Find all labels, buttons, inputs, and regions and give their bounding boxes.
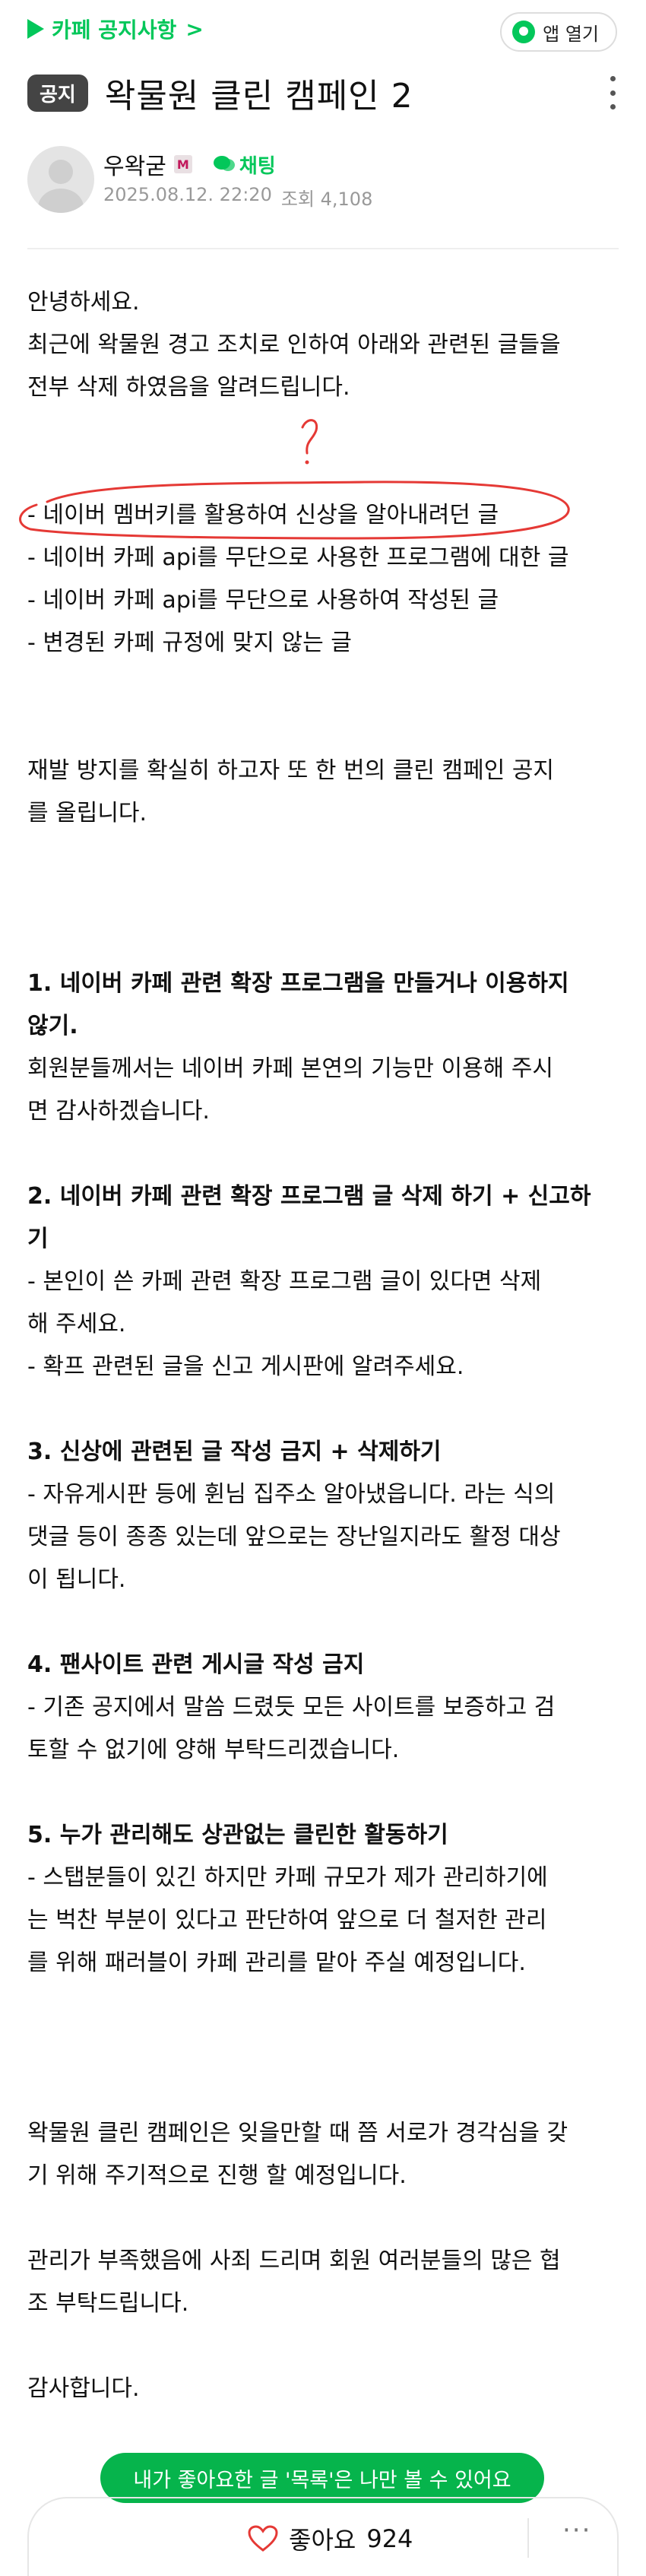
cafe-link-label: 카페 공지사항 xyxy=(52,17,177,43)
body-line xyxy=(27,877,620,920)
body-line xyxy=(27,665,620,707)
manager-icon: M xyxy=(173,155,192,173)
post-date: 2025.08.12. 22:20 xyxy=(103,184,272,205)
post-meta: 2025.08.12. 22:20 조회 4,108 xyxy=(103,184,372,211)
body-line: 해 주세요. xyxy=(27,1311,126,1337)
divider xyxy=(27,248,619,249)
body-line: 기 xyxy=(27,1226,49,1252)
body-line: 3. 신상에 관련된 글 작성 금지 + 삭제하기 xyxy=(27,1439,442,1465)
cafe-app-icon xyxy=(512,21,536,43)
body-line: 면 감사하겠습니다. xyxy=(27,1098,210,1125)
body-line: - 네이버 멤버키를 활용하여 신상을 알아내려던 글 xyxy=(27,502,499,528)
heart-icon xyxy=(248,2525,278,2552)
post-title-row: 공지 왁물원 클린 캠페인 2 xyxy=(27,70,620,116)
author-info: 우왁굳 M 채팅 2025.08.12. 22:20 조회 4,108 xyxy=(27,146,620,222)
body-line: 이 됩니다. xyxy=(27,1566,126,1593)
bottom-action-bar: 좋아요 924 ··· xyxy=(27,2497,619,2576)
body-line: 관리가 부족했음에 사죄 드리며 회원 여러분들의 많은 협 xyxy=(27,2248,561,2274)
body-line xyxy=(27,1772,620,1814)
more-options-icon[interactable] xyxy=(605,76,620,109)
body-line: - 네이버 카페 api를 무단으로 사용한 프로그램에 대한 글 xyxy=(27,544,569,571)
body-line: 최근에 왁물원 경고 조치로 인하여 아래와 관련된 글들을 xyxy=(27,332,561,358)
body-line xyxy=(27,2325,620,2368)
body-line xyxy=(27,1388,620,1431)
body-line xyxy=(27,2070,620,2112)
body-line xyxy=(27,2197,620,2240)
chat-label: 채팅 xyxy=(239,154,276,178)
view-count: 조회 4,108 xyxy=(280,189,373,210)
open-app-label: 앱 열기 xyxy=(543,23,599,45)
notice-badge: 공지 xyxy=(27,74,88,112)
divider xyxy=(527,2518,529,2558)
top-bar: 카페 공지사항 > 앱 열기 xyxy=(0,0,646,64)
body-line: 를 올립니다. xyxy=(27,800,147,826)
chat-bubble-icon xyxy=(213,156,235,173)
body-line: 는 벅찬 부분이 있다고 판단하여 앞으로 더 철저한 관리 xyxy=(27,1907,547,1934)
body-line xyxy=(27,707,620,750)
body-line: - 변경된 카페 규정에 맞지 않는 글 xyxy=(27,630,352,656)
chevron-right-icon: > xyxy=(185,16,204,42)
body-line xyxy=(27,452,620,494)
author-name[interactable]: 우왁굳 xyxy=(103,148,166,181)
play-icon xyxy=(27,19,44,39)
body-line: 2. 네이버 카페 관련 확장 프로그램 글 삭제 하기 + 신고하 xyxy=(27,1183,591,1210)
body-line xyxy=(27,1133,620,1175)
body-line xyxy=(27,835,620,877)
body-line: - 자유게시판 등에 휜님 집주소 알아냈읍니다. 라는 식의 xyxy=(27,1481,556,1508)
like-list-toast: 내가 좋아요한 글 '목록'은 나만 볼 수 있어요 xyxy=(100,2453,544,2503)
body-line: - 기존 공지에서 말씀 드렸듯 모든 사이트를 보증하고 검 xyxy=(27,1694,556,1721)
post-body: 안녕하세요. 최근에 왁물원 경고 조치로 인하여 아래와 관련된 글들을전부 삭… xyxy=(27,281,620,2410)
body-line: - 확프 관련된 글을 신고 게시판에 알려주세요. xyxy=(27,1353,464,1380)
body-line: 댓글 등이 종종 있는데 앞으로는 장난일지라도 활정 대상 xyxy=(27,1524,561,1550)
body-line xyxy=(27,920,620,963)
body-line: 감사합니다. xyxy=(27,2375,140,2402)
body-line xyxy=(27,1984,620,2027)
cafe-notice-link[interactable]: 카페 공지사항 > xyxy=(27,14,204,44)
body-line: - 스탭분들이 있긴 하지만 카페 규모가 제가 관리하기에 xyxy=(27,1864,548,1891)
body-line: 전부 삭제 하였음을 알려드립니다. xyxy=(27,374,350,401)
body-line: 1. 네이버 카페 관련 확장 프로그램을 만들거나 이용하지 xyxy=(27,970,569,997)
avatar[interactable] xyxy=(27,146,94,213)
body-line: 왁물원 클린 캠페인은 잊을만할 때 쯤 서로가 경각심을 갖 xyxy=(27,2120,568,2146)
body-line xyxy=(27,2027,620,2070)
body-line: 회원분들께서는 네이버 카페 본연의 기능만 이용해 주시 xyxy=(27,1055,554,1082)
body-line: 를 위해 패러블이 카페 관리를 맡아 주실 예정입니다. xyxy=(27,1949,526,1976)
body-line: 기 위해 주기적으로 진행 할 예정입니다. xyxy=(27,2162,407,2189)
body-line: 4. 팬사이트 관련 게시글 작성 금지 xyxy=(27,1651,365,1678)
body-line: 5. 누가 관리해도 상관없는 클린한 활동하기 xyxy=(27,1822,448,1848)
more-button[interactable]: ··· xyxy=(562,2515,591,2546)
body-line: - 본인이 쓴 카페 관련 확장 프로그램 글이 있다면 삭제 xyxy=(27,1268,542,1295)
like-label: 좋아요 xyxy=(289,2526,356,2555)
open-app-button[interactable]: 앱 열기 xyxy=(500,12,617,52)
body-line: 않기. xyxy=(27,1013,78,1039)
like-button[interactable]: 좋아요 924 xyxy=(248,2521,413,2556)
post-title: 왁물원 클린 캠페인 2 xyxy=(104,77,413,116)
body-line xyxy=(27,1601,620,1644)
body-line: 재발 방지를 확실히 하고자 또 한 번의 클린 캠페인 공지 xyxy=(27,757,555,784)
body-line: 조 부탁드립니다. xyxy=(27,2290,189,2317)
body-line: 안녕하세요. xyxy=(27,289,140,316)
chat-button[interactable]: 채팅 xyxy=(213,151,276,179)
body-line: - 네이버 카페 api를 무단으로 사용하여 작성된 글 xyxy=(27,587,499,614)
body-line: 토할 수 없기에 양해 부탁드리겠습니다. xyxy=(27,1737,400,1763)
body-line xyxy=(27,409,620,452)
like-count: 924 xyxy=(366,2524,413,2553)
